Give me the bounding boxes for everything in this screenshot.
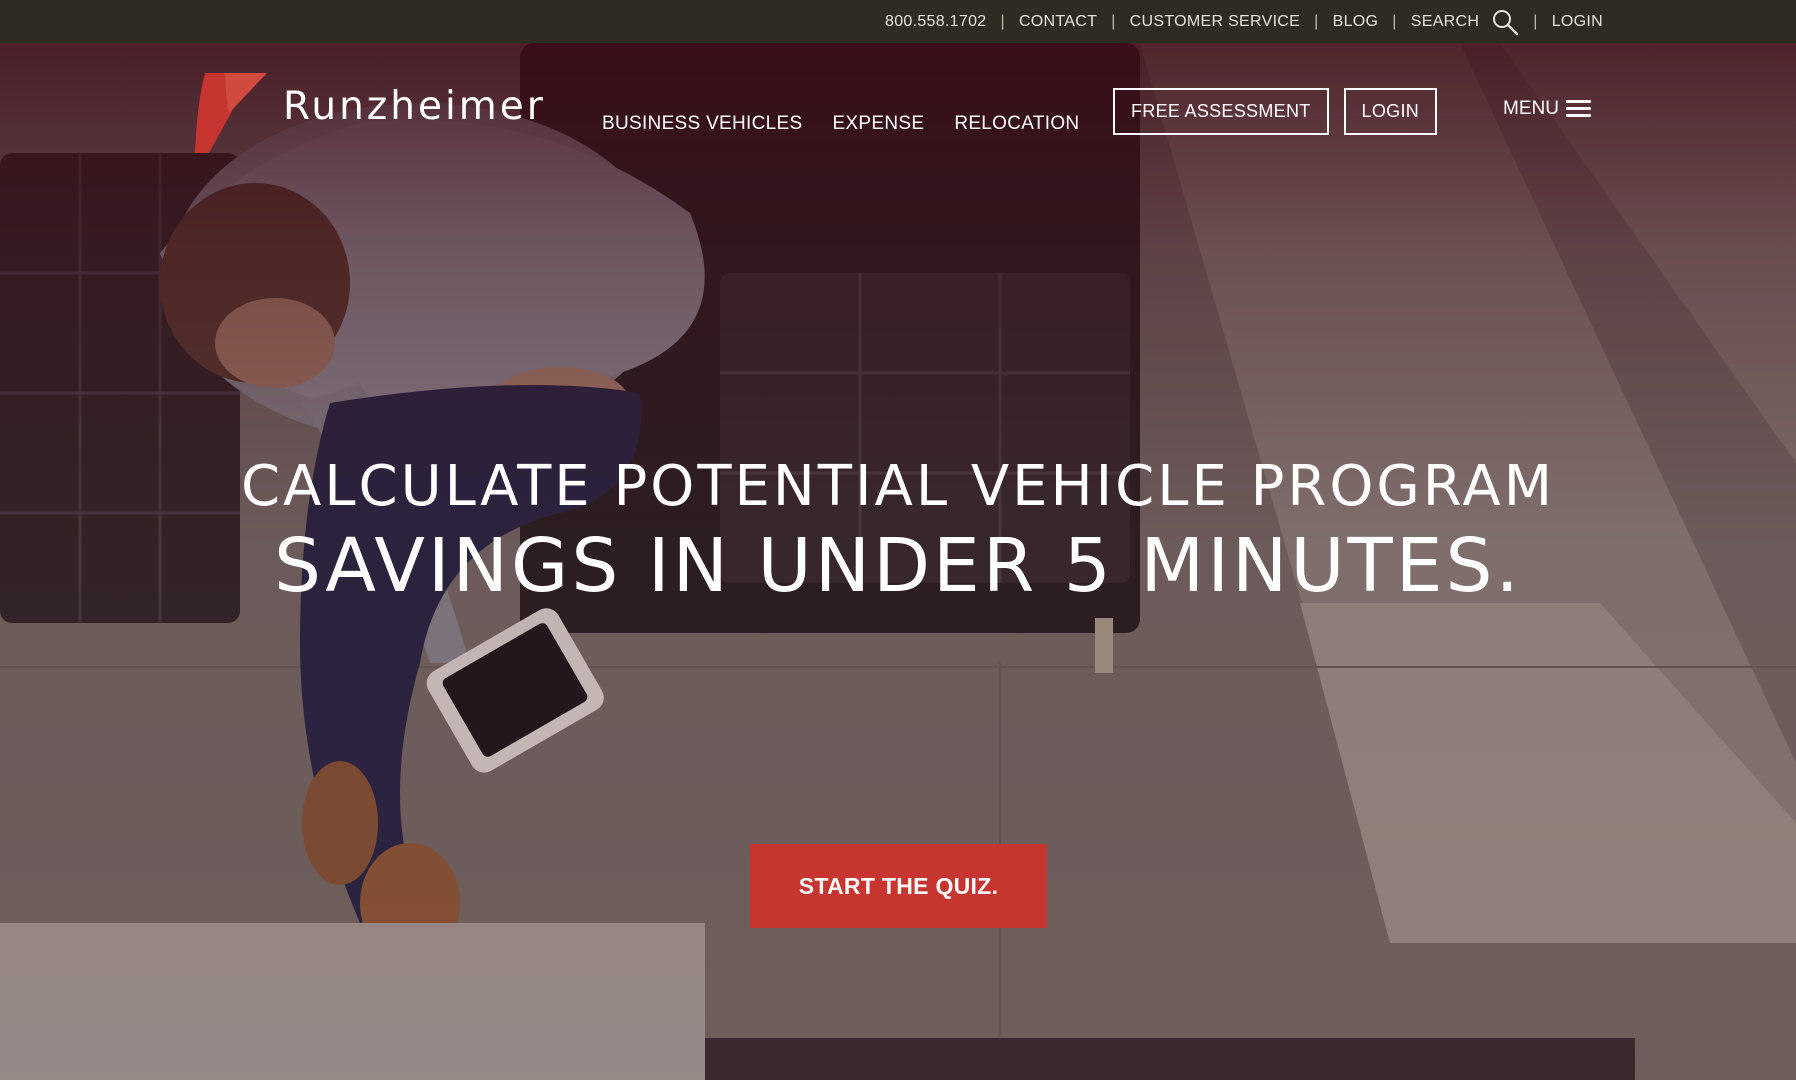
search-label[interactable]: SEARCH: [1411, 13, 1479, 31]
hero-section: Runzheimer BUSINESS VEHICLES EXPENSE REL…: [0, 43, 1796, 1080]
separator: |: [1000, 12, 1005, 30]
separator: |: [1533, 12, 1538, 30]
nav-business-vehicles[interactable]: BUSINESS VEHICLES: [602, 113, 802, 135]
nav-expense[interactable]: EXPENSE: [832, 113, 924, 135]
primary-nav: BUSINESS VEHICLES EXPENSE RELOCATION: [602, 113, 1079, 135]
menu-label: MENU: [1503, 98, 1559, 119]
utility-bar: 800.558.1702 | CONTACT | CUSTOMER SERVIC…: [0, 0, 1796, 43]
login-button[interactable]: LOGIN: [1343, 88, 1438, 135]
separator: |: [1111, 12, 1116, 30]
utility-links: 800.558.1702 | CONTACT | CUSTOMER SERVIC…: [885, 0, 1603, 43]
headline-line-2: SAVINGS IN UNDER 5 MINUTES.: [273, 523, 1523, 609]
header-cta-group: FREE ASSESSMENT LOGIN: [1113, 88, 1438, 135]
separator: |: [1314, 12, 1319, 30]
utility-login-link[interactable]: LOGIN: [1552, 13, 1603, 31]
blog-link[interactable]: BLOG: [1333, 13, 1379, 31]
hamburger-icon: [1565, 100, 1591, 118]
customer-service-link[interactable]: CUSTOMER SERVICE: [1130, 13, 1300, 31]
search-link[interactable]: SEARCH: [1411, 8, 1519, 36]
contact-link[interactable]: CONTACT: [1019, 13, 1097, 31]
runzheimer-logo-icon: [195, 73, 267, 153]
headline-line-1: CALCULATE POTENTIAL VEHICLE PROGRAM: [240, 454, 1556, 519]
menu-button[interactable]: MENU: [1503, 98, 1591, 120]
hero-headline: CALCULATE POTENTIAL VEHICLE PROGRAM SAVI…: [0, 453, 1796, 609]
start-quiz-button[interactable]: START THE QUIZ.: [750, 844, 1047, 928]
search-icon[interactable]: [1491, 8, 1519, 36]
brand-logo-link[interactable]: Runzheimer: [195, 73, 546, 153]
separator: |: [1392, 12, 1397, 30]
phone-link[interactable]: 800.558.1702: [885, 13, 986, 31]
free-assessment-button[interactable]: FREE ASSESSMENT: [1113, 88, 1329, 135]
brand-name: Runzheimer: [283, 83, 546, 129]
nav-relocation[interactable]: RELOCATION: [954, 113, 1079, 135]
